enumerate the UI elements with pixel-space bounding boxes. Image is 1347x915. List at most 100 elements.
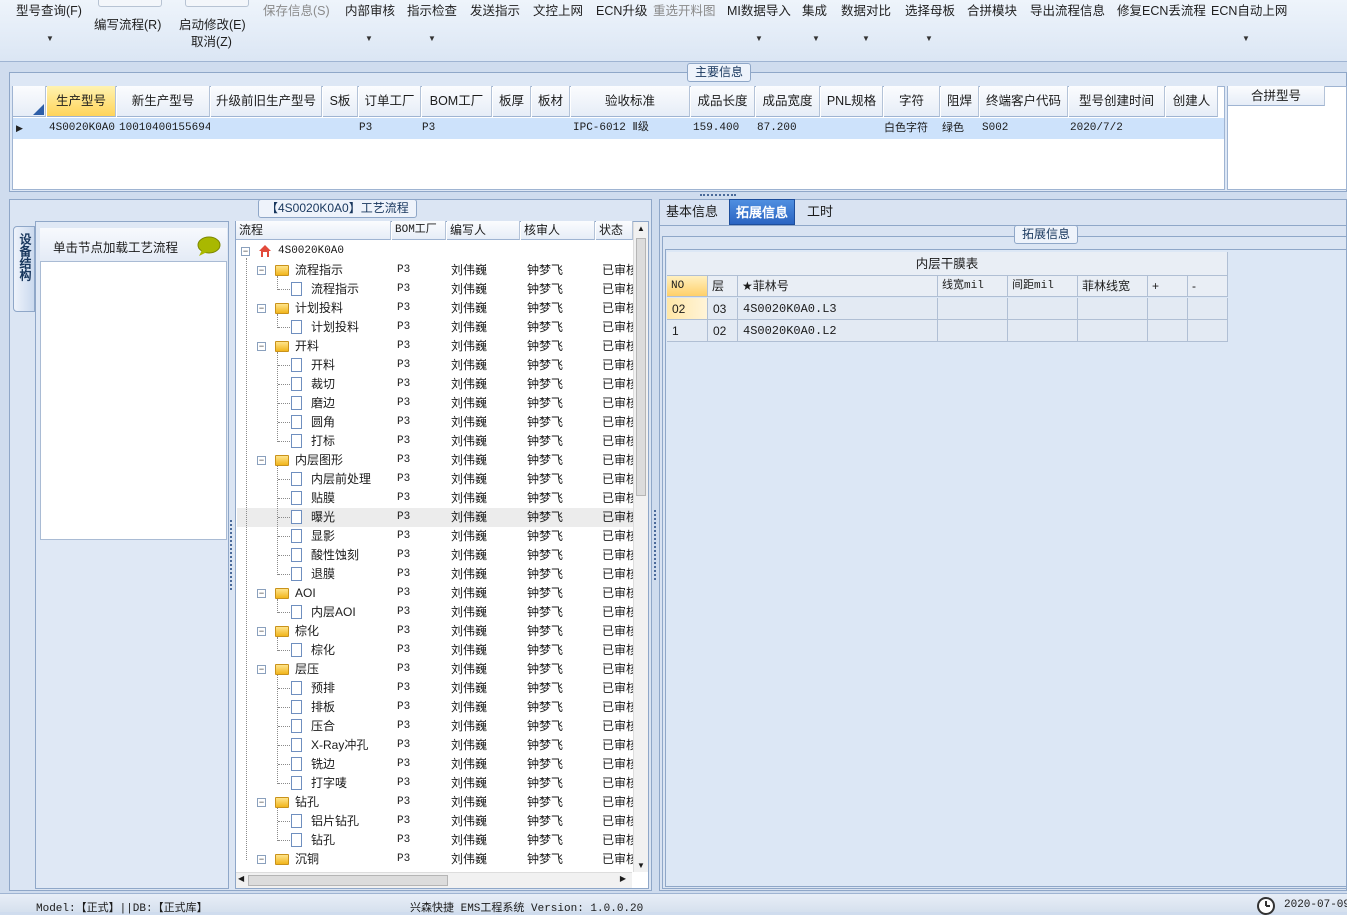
tree-vertical-scrollbar[interactable]: ▲ ▼ (633, 222, 648, 872)
col-header-status[interactable]: 状态 (596, 221, 633, 240)
tree-step-row[interactable]: 内层前处理 P3 刘伟巍 钟梦飞 已审核 (237, 470, 633, 489)
tree-step-row[interactable]: 磨边 P3 刘伟巍 钟梦飞 已审核 (237, 394, 633, 413)
toolbar-export-flow-info[interactable]: 导出流程信息 (1030, 0, 1105, 19)
cell-order-factory[interactable]: P3 (357, 118, 419, 139)
tree-step-row[interactable]: 裁切 P3 刘伟巍 钟梦飞 已审核 (237, 375, 633, 394)
col-header-remove[interactable]: - (1188, 276, 1228, 297)
col-header-spacing[interactable]: 间距mil (1008, 276, 1078, 297)
col-header-legend-color[interactable]: 字符 (884, 86, 940, 117)
chevron-down-icon[interactable]: ▼ (428, 34, 436, 43)
cell-thickness[interactable] (493, 118, 531, 139)
splitter-grip[interactable] (230, 520, 234, 590)
tree-step-row[interactable]: 棕化 P3 刘伟巍 钟梦飞 已审核 (237, 641, 633, 660)
tree-step-row[interactable]: 曝光 P3 刘伟巍 钟梦飞 已审核 (237, 508, 633, 527)
table-cell[interactable] (1148, 320, 1188, 342)
collapse-icon[interactable]: − (257, 456, 266, 465)
tree-group-row[interactable]: − 层压 P3 刘伟巍 钟梦飞 已审核 (237, 660, 633, 679)
cell-creator[interactable] (1166, 118, 1218, 139)
toolbar-send-instruction[interactable]: 发送指示 (470, 0, 520, 19)
cell-new-model[interactable]: 10010400155694 (117, 118, 210, 139)
cell-legend-color[interactable]: 白色字符 (882, 118, 940, 139)
toolbar-select-mother-board[interactable]: 选择母板 (905, 0, 955, 19)
table-cell[interactable]: 4S0020K0A0.L2 (738, 320, 938, 342)
toolbar-integrate[interactable]: 集成 (802, 0, 827, 19)
col-header-pnl[interactable]: PNL规格 (821, 86, 883, 117)
col-header-add[interactable]: + (1148, 276, 1188, 297)
toolbar-edit-flow[interactable]: 编写流程(R) (94, 14, 161, 33)
tab-extended-info[interactable]: 拓展信息 (729, 199, 796, 225)
table-cell[interactable]: 4S0020K0A0.L3 (738, 298, 938, 320)
table-cell[interactable]: 03 (708, 298, 738, 320)
tree-step-row[interactable]: 显影 P3 刘伟巍 钟梦飞 已审核 (237, 527, 633, 546)
tab-work-hours[interactable]: 工时 (801, 199, 839, 225)
col-header-create-time[interactable]: 型号创建时间 (1069, 86, 1165, 117)
toolbar-mi-data-import[interactable]: MI数据导入 (727, 0, 791, 19)
col-header-width[interactable]: 成品宽度 (756, 86, 820, 117)
col-header-new-model[interactable]: 新生产型号 (117, 86, 210, 117)
toolbar-query-model[interactable]: 型号查询(F) (16, 0, 82, 19)
tree-horizontal-scrollbar[interactable]: ◀ ▶ (236, 872, 632, 888)
scrollbar-thumb[interactable] (248, 875, 448, 886)
chevron-down-icon[interactable]: ▼ (1242, 34, 1250, 43)
tree-step-row[interactable]: 铣边 P3 刘伟巍 钟梦飞 已审核 (237, 755, 633, 774)
col-header-model[interactable]: 生产型号 (47, 86, 116, 117)
tree-step-row[interactable]: 圆角 P3 刘伟巍 钟梦飞 已审核 (237, 413, 633, 432)
tab-basic-info[interactable]: 基本信息 (660, 199, 724, 225)
chevron-down-icon[interactable]: ▼ (925, 34, 933, 43)
col-header-layer[interactable]: 层 (708, 276, 738, 297)
toolbar-internal-review[interactable]: 内部审核 (345, 0, 395, 19)
collapse-icon[interactable]: − (257, 665, 266, 674)
col-header-bom-factory[interactable]: BOM工厂 (392, 221, 446, 240)
cell-length[interactable]: 159.400 (691, 118, 755, 139)
splitter-grip[interactable] (700, 194, 736, 197)
col-header-writer[interactable]: 编写人 (447, 221, 520, 240)
cell-material[interactable] (532, 118, 570, 139)
table-cell[interactable]: 1 (667, 320, 708, 342)
table-cell[interactable] (1008, 298, 1078, 320)
tree-step-row[interactable]: 贴膜 P3 刘伟巍 钟梦飞 已审核 (237, 489, 633, 508)
collapse-icon[interactable]: − (241, 247, 250, 256)
toolbar-doc-control-online[interactable]: 文控上网 (533, 0, 583, 19)
col-header-acceptance-std[interactable]: 验收标准 (571, 86, 690, 117)
table-cell[interactable] (1078, 298, 1148, 320)
tree-step-row[interactable]: 开料 P3 刘伟巍 钟梦飞 已审核 (237, 356, 633, 375)
toolbar-instruction-check[interactable]: 指示检查 (407, 0, 457, 19)
tree-step-row[interactable]: 打标 P3 刘伟巍 钟梦飞 已审核 (237, 432, 633, 451)
chevron-down-icon[interactable]: ▼ (755, 34, 763, 43)
toolbar-cancel[interactable]: 取消(Z) (191, 31, 232, 50)
cell-model[interactable]: 4S0020K0A0 (47, 118, 116, 139)
tree-step-row[interactable]: 铝片钻孔 P3 刘伟巍 钟梦飞 已审核 (237, 812, 633, 831)
table-cell[interactable] (938, 320, 1008, 342)
col-header-s-board[interactable]: S板 (323, 86, 358, 117)
tree-group-row[interactable]: − 流程指示 P3 刘伟巍 钟梦飞 已审核 (237, 261, 633, 280)
cell-acceptance-std[interactable]: IPC-6012 Ⅱ级 (571, 118, 690, 139)
collapse-icon[interactable]: − (257, 342, 266, 351)
tree-step-row[interactable]: 内层AOI P3 刘伟巍 钟梦飞 已审核 (237, 603, 633, 622)
chevron-down-icon[interactable]: ▼ (862, 34, 870, 43)
col-header-flow[interactable]: 流程 (236, 221, 391, 240)
cell-pnl[interactable] (821, 118, 883, 139)
scroll-right-icon[interactable]: ▶ (620, 874, 626, 883)
col-header-material[interactable]: 板材 (532, 86, 570, 117)
col-header-old-model[interactable]: 升级前旧生产型号 (211, 86, 322, 117)
cell-s-board[interactable] (323, 118, 358, 139)
tree-group-row[interactable]: − 计划投料 P3 刘伟巍 钟梦飞 已审核 (237, 299, 633, 318)
cell-solder-mask[interactable]: 绿色 (940, 118, 980, 139)
table-cell[interactable] (938, 298, 1008, 320)
col-header-solder-mask[interactable]: 阻焊 (941, 86, 979, 117)
tree-group-row[interactable]: − 沉铜 P3 刘伟巍 钟梦飞 已审核 (237, 850, 633, 869)
col-header-bom-factory[interactable]: BOM工厂 (422, 86, 492, 117)
scroll-down-icon[interactable]: ▼ (637, 861, 645, 870)
cell-customer-code[interactable]: S002 (980, 118, 1068, 139)
collapse-icon[interactable]: − (257, 266, 266, 275)
tree-step-row[interactable]: 退膜 P3 刘伟巍 钟梦飞 已审核 (237, 565, 633, 584)
cell-old-model[interactable] (211, 118, 322, 139)
tree-step-row[interactable]: 压合 P3 刘伟巍 钟梦飞 已审核 (237, 717, 633, 736)
tree-root[interactable]: − 4S0020K0A0 (237, 242, 633, 261)
col-header-merge-model[interactable]: 合拼型号 (1228, 86, 1325, 106)
tree-step-row[interactable]: 计划投料 P3 刘伟巍 钟梦飞 已审核 (237, 318, 633, 337)
tree-step-row[interactable]: X-Ray冲孔 P3 刘伟巍 钟梦飞 已审核 (237, 736, 633, 755)
table-cell[interactable] (1008, 320, 1078, 342)
scrollbar-thumb[interactable] (636, 238, 646, 496)
toolbar-reselect-cutting-map[interactable]: 重选开料图 (653, 0, 716, 19)
